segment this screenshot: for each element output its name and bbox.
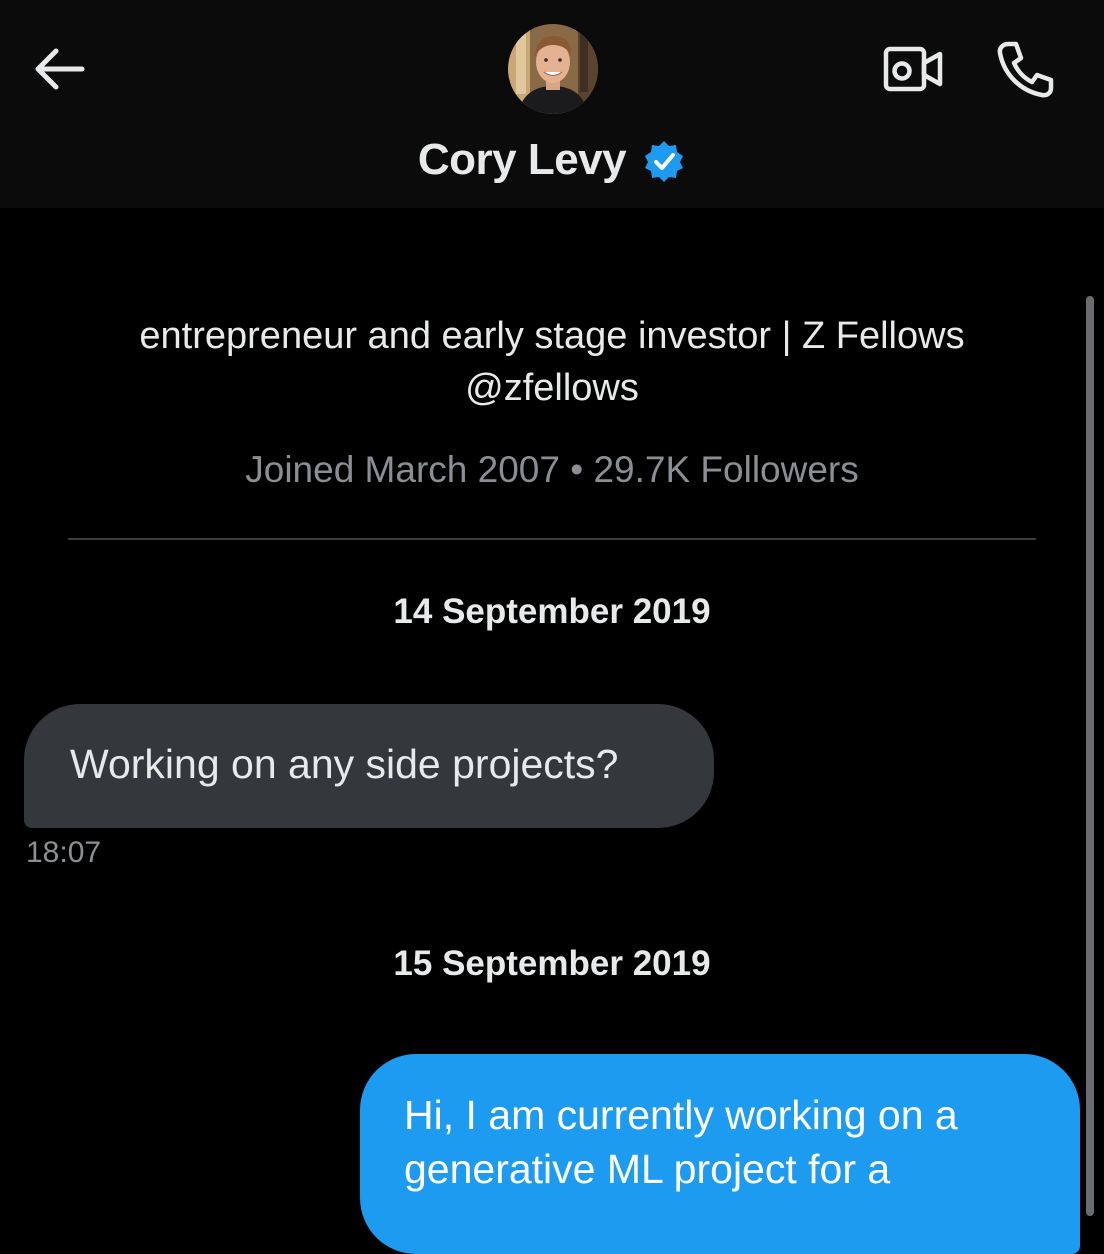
scrollbar[interactable] (1086, 296, 1094, 1216)
outgoing-message-bubble[interactable]: Hi, I am currently working on a generati… (360, 1054, 1080, 1254)
bio-line: entrepreneur and early stage investor | … (139, 315, 965, 357)
back-button[interactable] (30, 46, 86, 92)
message-timestamp: 18:07 (26, 836, 102, 869)
date-separator: 14 September 2019 (393, 592, 711, 631)
phone-icon (997, 41, 1054, 98)
divider (68, 538, 1036, 540)
contact-name-row[interactable]: Cory Levy (0, 128, 1104, 192)
bio-handle-link[interactable]: @zfellows (0, 362, 1104, 414)
date-separator: 15 September 2019 (393, 944, 711, 983)
avatar-image (508, 24, 598, 114)
video-call-button[interactable] (882, 44, 946, 94)
incoming-message-bubble[interactable]: Working on any side projects? (24, 704, 714, 828)
arrow-left-icon (35, 48, 85, 90)
voice-call-button[interactable] (994, 38, 1056, 100)
profile-bio: entrepreneur and early stage investor | … (0, 310, 1104, 414)
verified-badge-icon (645, 141, 684, 182)
profile-meta: Joined March 2007 • 29.7K Followers (245, 449, 859, 490)
contact-name: Cory Levy (417, 135, 627, 184)
video-camera-icon (883, 46, 943, 92)
conversation-header: Cory Levy (0, 0, 1104, 208)
avatar[interactable] (508, 24, 598, 114)
